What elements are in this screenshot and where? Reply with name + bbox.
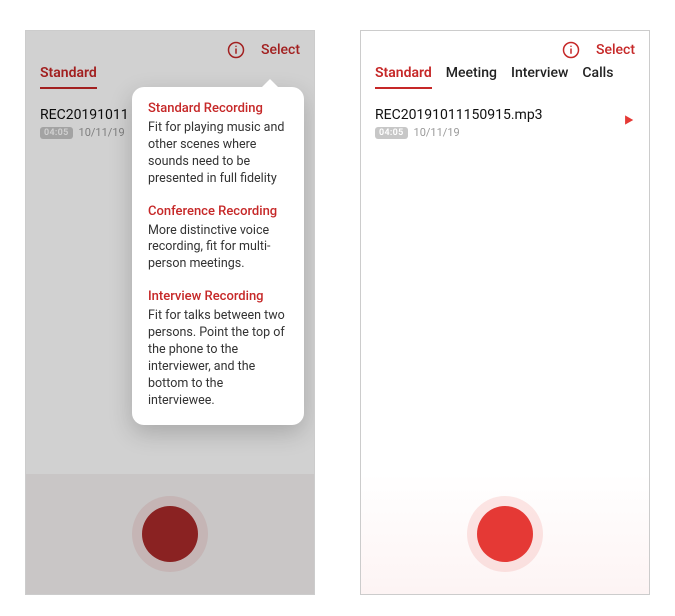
record-bar bbox=[361, 474, 649, 594]
popover-body: Fit for talks between two persons. Point… bbox=[148, 308, 288, 409]
select-button[interactable]: Select bbox=[261, 42, 300, 58]
recording-date: 10/11/19 bbox=[79, 126, 125, 139]
record-bar bbox=[26, 474, 314, 594]
tab-meeting[interactable]: Meeting bbox=[446, 65, 497, 89]
recording-name: REC20191011150915.mp3 bbox=[375, 107, 621, 123]
popover-title: Interview Recording bbox=[148, 289, 288, 304]
duration-badge: 04:05 bbox=[375, 127, 408, 139]
popover-body: Fit for playing music and other scenes w… bbox=[148, 120, 288, 188]
phone-screen-left: Select Standard REC20191011 04:05 10/11/… bbox=[25, 30, 315, 595]
popover-section-standard: Standard Recording Fit for playing music… bbox=[148, 101, 288, 188]
recording-date: 10/11/19 bbox=[414, 126, 460, 139]
info-icon[interactable] bbox=[562, 41, 580, 59]
tab-interview[interactable]: Interview bbox=[511, 65, 568, 89]
info-popover: Standard Recording Fit for playing music… bbox=[132, 87, 304, 425]
popover-title: Standard Recording bbox=[148, 101, 288, 116]
phone-screen-right: Select Standard Meeting Interview Calls … bbox=[360, 30, 650, 595]
recordings-list: REC20191011150915.mp3 04:05 10/11/19 bbox=[361, 89, 649, 139]
select-button[interactable]: Select bbox=[596, 42, 635, 58]
info-icon[interactable] bbox=[227, 41, 245, 59]
top-bar: Select bbox=[26, 31, 314, 65]
duration-badge: 04:05 bbox=[40, 127, 73, 139]
record-button[interactable] bbox=[142, 506, 198, 562]
popover-section-conference: Conference Recording More distinctive vo… bbox=[148, 204, 288, 274]
list-item[interactable]: REC20191011150915.mp3 04:05 10/11/19 bbox=[375, 107, 635, 139]
tab-standard[interactable]: Standard bbox=[375, 65, 432, 89]
popover-body: More distinctive voice recording, fit fo… bbox=[148, 223, 288, 274]
record-button[interactable] bbox=[477, 506, 533, 562]
top-bar: Select bbox=[361, 31, 649, 65]
play-icon[interactable] bbox=[621, 107, 635, 127]
tab-calls[interactable]: Calls bbox=[582, 65, 613, 89]
popover-title: Conference Recording bbox=[148, 204, 288, 219]
popover-section-interview: Interview Recording Fit for talks betwee… bbox=[148, 289, 288, 409]
tabs: Standard Meeting Interview Calls bbox=[361, 65, 649, 89]
tab-standard[interactable]: Standard bbox=[40, 65, 97, 89]
